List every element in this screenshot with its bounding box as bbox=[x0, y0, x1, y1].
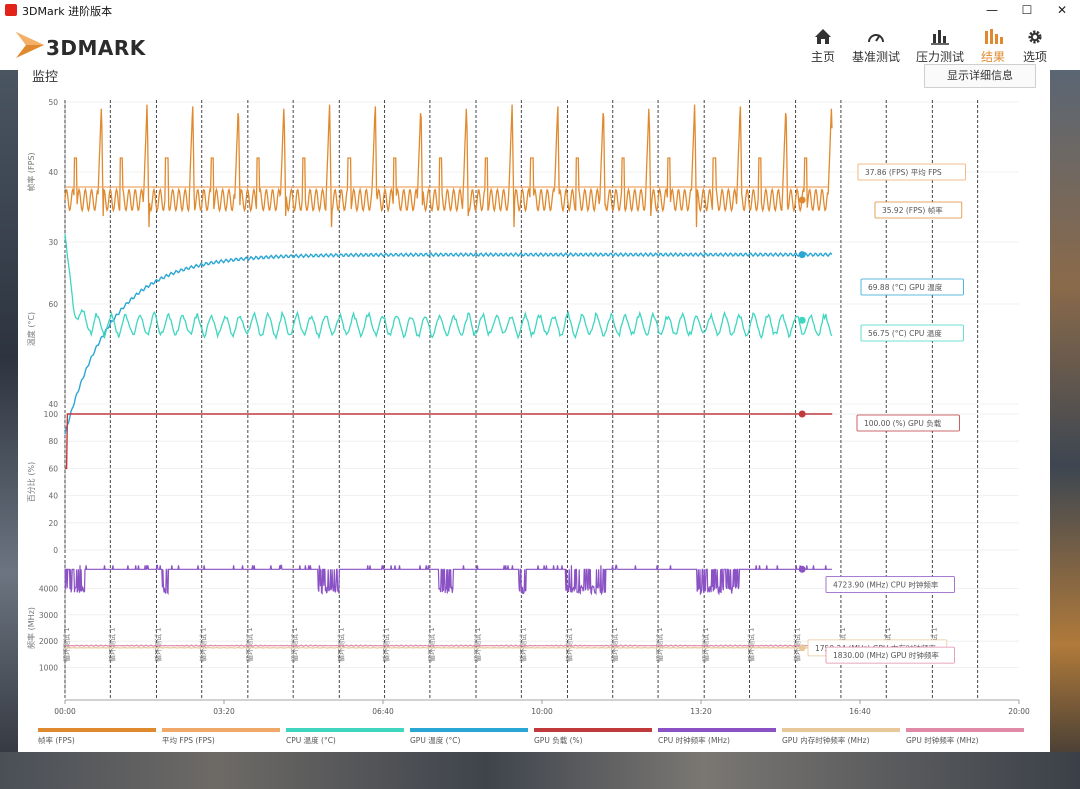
loop-marker-label: 循环测试 1 bbox=[655, 627, 664, 662]
y-tick-label: 20 bbox=[48, 519, 58, 528]
legend-swatch bbox=[286, 728, 404, 732]
results-bars-icon bbox=[985, 29, 1003, 44]
y-axis-label-1: 温度 (°C) bbox=[26, 312, 36, 346]
legend-swatch bbox=[410, 728, 528, 732]
maximize-button[interactable]: ☐ bbox=[1010, 0, 1044, 20]
nav-options[interactable]: 选项 bbox=[1020, 26, 1050, 65]
y-tick-label: 40 bbox=[48, 492, 58, 501]
stress-chart-icon bbox=[931, 30, 949, 45]
y-tick-label: 2000 bbox=[39, 637, 58, 646]
loop-marker-label: 循环测试 1 bbox=[153, 627, 162, 662]
callout-label: 35.92 (FPS) 帧率 bbox=[882, 205, 943, 215]
y-axis-label-3: 频率 (MHz) bbox=[26, 607, 36, 649]
callout-label: 69.88 (°C) GPU 温度 bbox=[868, 282, 943, 292]
gpu-mem-clock-series-line bbox=[64, 646, 831, 649]
x-tick-label: 16:40 bbox=[849, 707, 871, 716]
legend-label: GPU 时钟频率 (MHz) bbox=[906, 735, 979, 745]
callout-label: 1830.00 (MHz) GPU 时钟频率 bbox=[833, 650, 939, 660]
y-tick-label: 60 bbox=[48, 300, 58, 309]
legend-swatch bbox=[658, 728, 776, 732]
3dmark-logo-icon bbox=[16, 32, 44, 58]
loop-marker-label: 循环测试 1 bbox=[382, 627, 391, 662]
callout-label: 4723.90 (MHz) CPU 时钟频率 bbox=[833, 580, 939, 590]
legend-swatch bbox=[534, 728, 652, 732]
y-tick-label: 50 bbox=[48, 98, 58, 107]
gpu-clock-series-line bbox=[64, 644, 831, 647]
legend-swatch bbox=[906, 728, 1024, 732]
legend-label: GPU 温度 (°C) bbox=[410, 735, 461, 745]
legend-swatch bbox=[782, 728, 900, 732]
legend-swatch bbox=[38, 728, 156, 732]
y-tick-label: 80 bbox=[48, 437, 58, 446]
legend-label: GPU 内存时钟频率 (MHz) bbox=[782, 735, 870, 745]
nav-stress-tests[interactable]: 压力测试 bbox=[914, 26, 966, 65]
gauge-icon bbox=[868, 34, 884, 43]
loop-marker-label: 循环测试 1 bbox=[793, 627, 802, 662]
y-tick-label: 30 bbox=[48, 238, 58, 247]
series-end-dot bbox=[798, 196, 806, 204]
y-tick-label: 40 bbox=[48, 400, 58, 409]
callout-label: 100.00 (%) GPU 负载 bbox=[864, 418, 942, 428]
x-tick-label: 00:00 bbox=[54, 707, 76, 716]
monitoring-panel: 监控 显示详细信息 帧率 (FPS) 30 40 50 温度 (°C) 40 60 百分比 (… bbox=[18, 62, 1050, 752]
background-right bbox=[1050, 70, 1080, 789]
gpu-temp-series-line bbox=[64, 251, 833, 435]
background-left bbox=[0, 70, 18, 789]
y-tick-label: 1000 bbox=[39, 664, 58, 673]
loop-marker-label: 循环测试 1 bbox=[290, 627, 299, 662]
legend-swatch bbox=[162, 728, 280, 732]
x-tick-label: 20:00 bbox=[1008, 707, 1030, 716]
legend-label: CPU 温度 (°C) bbox=[286, 735, 336, 745]
legend-label: CPU 时钟频率 (MHz) bbox=[658, 735, 730, 745]
legend-label: 平均 FPS (FPS) bbox=[162, 735, 215, 745]
window-titlebar: 3DMark 进阶版本 — ☐ ✕ bbox=[0, 0, 1080, 20]
fps-series-line bbox=[64, 104, 833, 228]
loop-marker-label: 循环测试 1 bbox=[473, 627, 482, 662]
app-icon bbox=[5, 4, 17, 16]
loop-marker-label: 循环测试 1 bbox=[427, 627, 436, 662]
callout-label: 37.86 (FPS) 平均 FPS bbox=[865, 167, 942, 177]
monitoring-chart: 帧率 (FPS) 30 40 50 温度 (°C) 40 60 百分比 (%) 0 20 40 60 8… bbox=[26, 98, 1030, 745]
y-axis-label-0: 帧率 (FPS) bbox=[26, 152, 36, 191]
series-end-dot bbox=[798, 410, 806, 418]
cpu-temp-series-line bbox=[64, 233, 833, 341]
x-tick-label: 03:20 bbox=[213, 707, 235, 716]
callout-label: 56.75 (°C) CPU 温度 bbox=[868, 328, 942, 338]
legend-label: GPU 负载 (%) bbox=[534, 735, 583, 745]
x-tick-label: 13:20 bbox=[690, 707, 712, 716]
minimize-button[interactable]: — bbox=[975, 0, 1009, 20]
logo-text: 3DMARK bbox=[46, 36, 146, 60]
nav-benchmarks[interactable]: 基准测试 bbox=[851, 26, 901, 65]
y-axis-label-2: 百分比 (%) bbox=[26, 462, 36, 502]
loop-marker-label: 循环测试 1 bbox=[701, 627, 710, 662]
nav-home[interactable]: 主页 bbox=[808, 26, 838, 65]
loop-marker-label: 循环测试 1 bbox=[62, 627, 71, 662]
series-end-dot bbox=[798, 644, 806, 652]
y-tick-label: 60 bbox=[48, 464, 58, 473]
loop-marker-label: 循环测试 1 bbox=[518, 627, 527, 662]
y-tick-label: 0 bbox=[53, 546, 58, 555]
y-tick-label: 40 bbox=[48, 168, 58, 177]
loop-marker-label: 循环测试 1 bbox=[199, 627, 208, 662]
series-end-dot bbox=[798, 316, 806, 324]
series-end-dot bbox=[798, 565, 806, 573]
nav-results[interactable]: 结果 bbox=[978, 26, 1008, 65]
loop-marker-label: 循环测试 1 bbox=[336, 627, 345, 662]
series-end-dot bbox=[798, 251, 806, 259]
legend-label: 帧率 (FPS) bbox=[38, 735, 75, 745]
x-tick-label: 10:00 bbox=[531, 707, 553, 716]
y-tick-label: 3000 bbox=[39, 611, 58, 620]
background-bottom bbox=[0, 752, 1080, 789]
y-tick-label: 4000 bbox=[39, 584, 58, 593]
cpu-clock-series-line bbox=[64, 564, 832, 596]
loop-marker-label: 循环测试 1 bbox=[107, 627, 116, 662]
y-tick-label: 100 bbox=[44, 410, 59, 419]
close-button[interactable]: ✕ bbox=[1045, 0, 1079, 20]
x-tick-label: 06:40 bbox=[372, 707, 394, 716]
gear-icon bbox=[1028, 30, 1042, 44]
window-title: 3DMark 进阶版本 bbox=[22, 5, 113, 18]
home-icon bbox=[815, 29, 831, 44]
loop-marker-label: 循环测试 1 bbox=[746, 627, 755, 662]
